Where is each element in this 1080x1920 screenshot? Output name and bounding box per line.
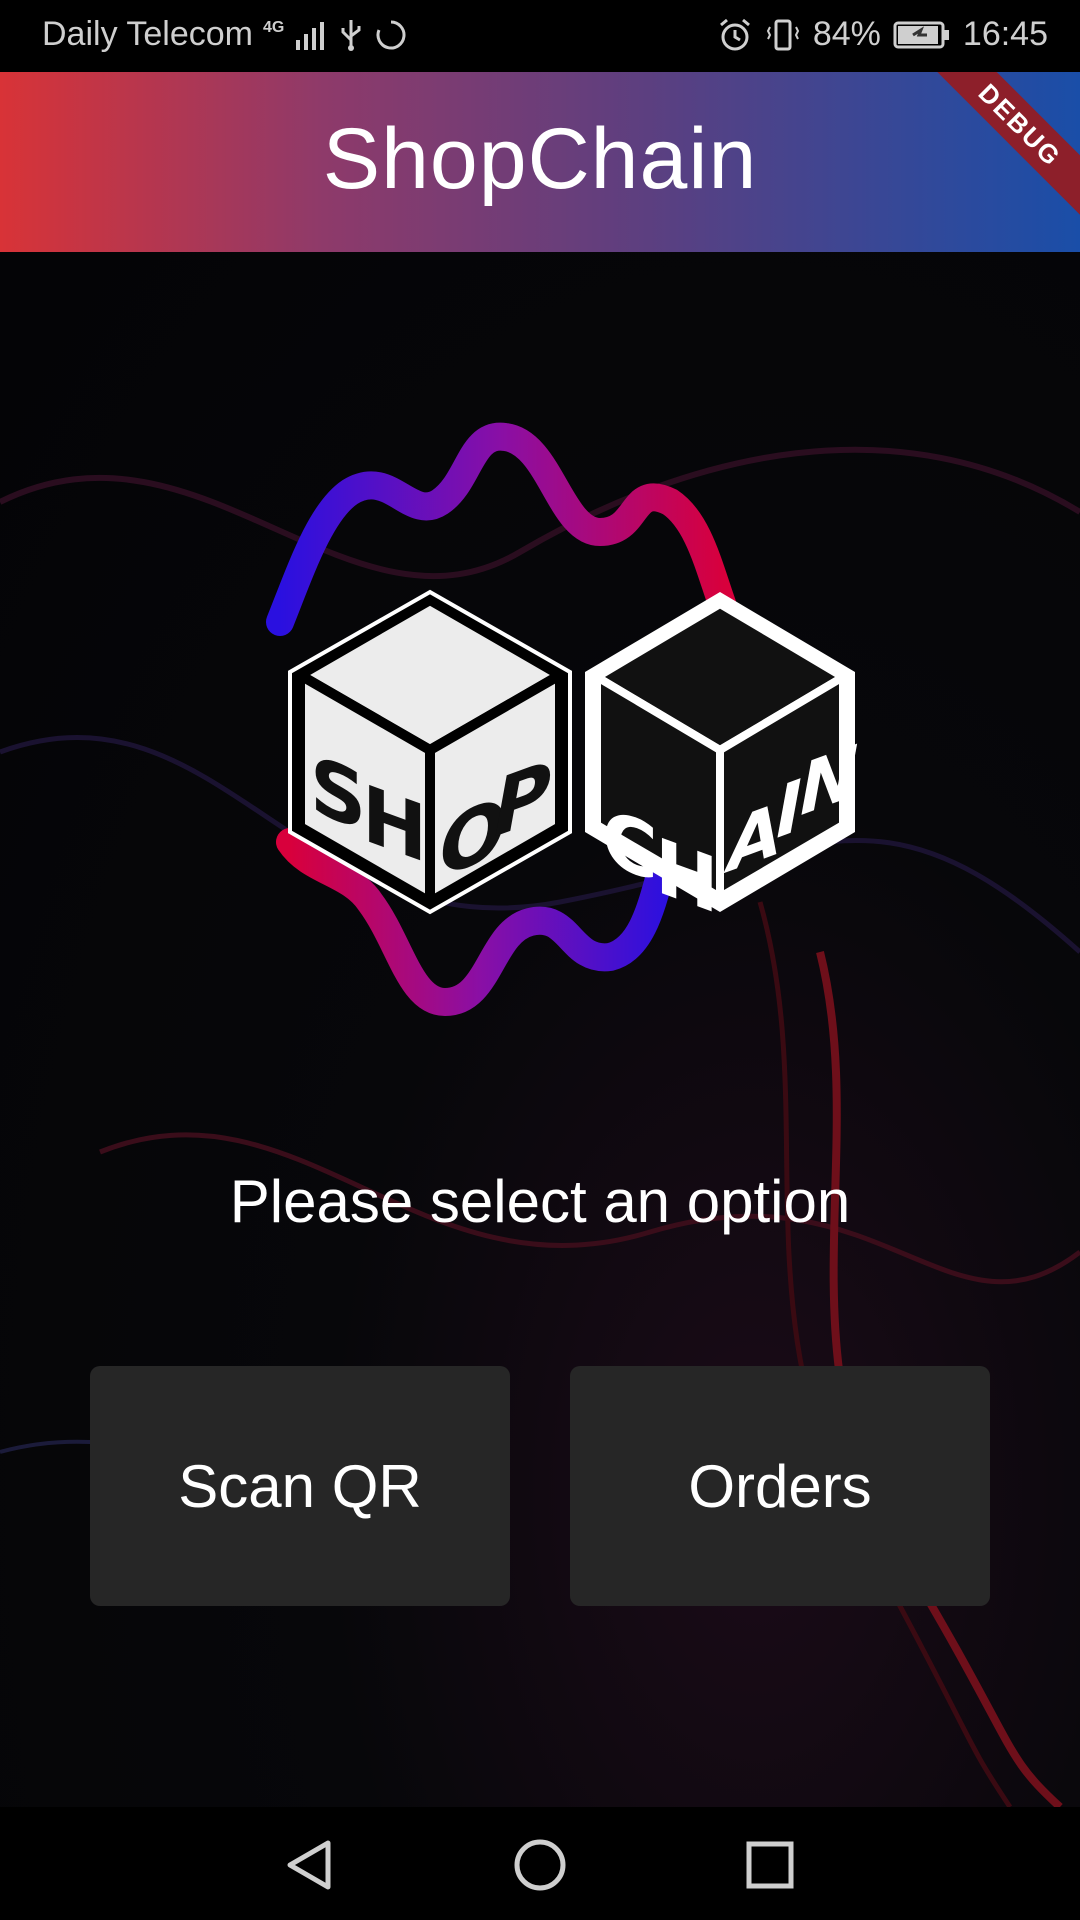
- sync-icon: [376, 20, 406, 49]
- clock: 16:45: [962, 15, 1048, 53]
- status-right: 84% 16:45: [717, 15, 1048, 54]
- battery-percent: 84%: [812, 15, 881, 53]
- usb-icon: [341, 19, 361, 51]
- navigation-bar: [0, 1807, 1080, 1920]
- chain-cube: C H A I N: [585, 592, 859, 932]
- carrier-name: Daily Telecom: [42, 15, 254, 53]
- recents-icon[interactable]: [740, 1835, 800, 1895]
- home-icon[interactable]: [510, 1835, 570, 1895]
- back-icon[interactable]: [280, 1835, 340, 1895]
- select-option-prompt: Please select an option: [229, 1168, 851, 1235]
- battery-charging-icon: [893, 21, 949, 48]
- vibrate-icon: [766, 19, 799, 50]
- chain-letter-c: C: [602, 791, 658, 900]
- alarm-icon: [719, 18, 750, 50]
- scan-qr-label: Scan QR: [178, 1452, 422, 1520]
- scan-qr-button[interactable]: Scan QR: [90, 1366, 510, 1606]
- app-bar: ShopChain DEBUG: [0, 72, 1080, 252]
- shopchain-logo: S H O P C H A I N: [266, 422, 859, 1017]
- orders-label: Orders: [688, 1452, 872, 1520]
- orders-button[interactable]: Orders: [570, 1366, 990, 1606]
- network-type: 4G: [263, 18, 285, 36]
- chain-letter-i: I: [776, 765, 802, 856]
- signal-icon: [296, 21, 325, 50]
- status-bar: Daily Telecom 4G 84% 16:45: [0, 0, 1080, 72]
- chain-wave-top: [266, 422, 739, 636]
- app-title: ShopChain: [322, 111, 758, 207]
- status-left: Daily Telecom 4G: [42, 15, 408, 54]
- main-content: S H O P C H A I N Please select an optio…: [0, 252, 1080, 1807]
